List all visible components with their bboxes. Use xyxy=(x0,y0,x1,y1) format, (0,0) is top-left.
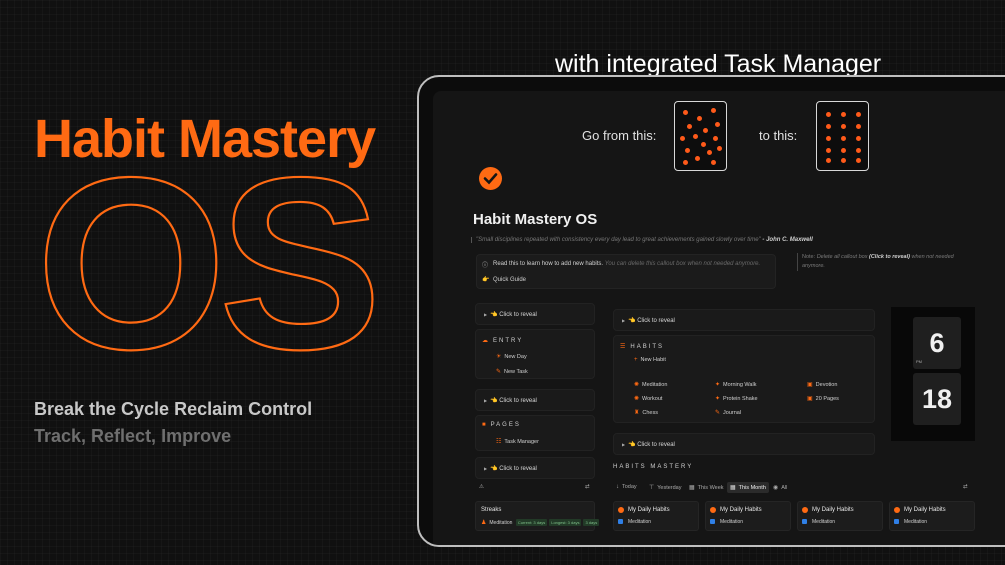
checkbox-checked[interactable] xyxy=(802,519,807,524)
streaks-card[interactable]: Streaks ♟ Meditation Current: 3 days Longe… xyxy=(475,501,600,531)
habit-card-1[interactable]: My Daily Habits Meditation xyxy=(613,501,699,531)
habit-devotion[interactable]: ▣ Devotion xyxy=(807,381,837,388)
hero-subtitle-secondary: Track, Reflect, Improve xyxy=(34,426,232,446)
info-callout: ⓘ Read this to learn how to add new habi… xyxy=(476,254,776,289)
streaks-view-icon[interactable]: ⚠ xyxy=(479,484,484,490)
reveal-toggle-habits[interactable]: ▶ 👈 Click to reveal xyxy=(613,309,875,331)
checkbox-checked[interactable] xyxy=(894,519,899,524)
streak-row: ♟ Meditation Current: 3 days Longest: 3 da… xyxy=(481,519,600,526)
habit-card-4[interactable]: My Daily Habits Meditation xyxy=(889,501,975,531)
info-icon: ⓘ xyxy=(482,263,489,269)
hero-subtitle: Break the Cycle Reclaim Control xyxy=(34,399,313,419)
habits-section: ☰ HABITS + New Habit ✺ Meditation ✦ Morning … xyxy=(613,335,875,423)
filter-this-week[interactable]: ▦ This Week xyxy=(689,484,724,491)
filter-this-month[interactable]: ▦ This Month xyxy=(727,482,769,493)
tablet-frame: Go from this: to this: Habit Mastery OS … xyxy=(417,75,1005,547)
flip-clock: 6 PM 18 xyxy=(891,307,975,441)
habit-journal[interactable]: ✎ Journal xyxy=(715,409,741,416)
checkbox-checked[interactable] xyxy=(710,519,715,524)
page-quote: "Small disciplines repeated with consist… xyxy=(471,237,813,243)
filter-yesterday[interactable]: ⊤ Yesterday xyxy=(649,484,682,491)
compare-to-label: to this: xyxy=(759,128,798,143)
habits-mastery-heading: HABITS MASTERY xyxy=(613,464,694,470)
reveal-toggle-2[interactable]: ▶ 👈 Click to reveal xyxy=(475,389,595,411)
page-title: Habit Mastery OS xyxy=(473,211,598,228)
ordered-dots-icon xyxy=(816,101,869,171)
pages-heading: ■ PAGES xyxy=(482,422,521,428)
clock-minute: 18 xyxy=(913,373,961,425)
habit-card-icon xyxy=(894,507,900,513)
entry-section: ☁ ENTRY ☀ New Day ✎ New Task xyxy=(475,329,595,379)
habit-card-icon xyxy=(618,507,624,513)
quick-guide-link[interactable]: Quick Guide xyxy=(493,277,526,283)
habit-card-2[interactable]: My Daily Habits Meditation xyxy=(705,501,791,531)
callout-text: Read this to learn how to add new habits… xyxy=(493,261,761,267)
checkbox-checked[interactable] xyxy=(618,519,623,524)
reveal-toggle-1[interactable]: ▶ 👈 Click to reveal xyxy=(475,303,595,325)
new-habit-button[interactable]: + New Habit xyxy=(634,357,666,363)
habit-morning-walk[interactable]: ✦ Morning Walk xyxy=(715,381,756,388)
compare-from-label: Go from this: xyxy=(582,128,657,143)
hand-icon: 👉 xyxy=(482,277,490,283)
task-manager-link[interactable]: ☷ Task Manager xyxy=(496,438,539,445)
clock-period: PM xyxy=(916,359,922,364)
hero-os-text: OS xyxy=(36,160,374,360)
filter-all[interactable]: ◉ All xyxy=(773,484,787,491)
filter-today[interactable]: ↓ Today xyxy=(616,484,637,490)
notion-screen: Go from this: to this: Habit Mastery OS … xyxy=(433,91,1005,545)
new-task-button[interactable]: ✎ New Task xyxy=(496,368,528,375)
hero-title: Habit Mastery xyxy=(34,109,376,169)
hero-os-outline-text: OS xyxy=(35,160,383,360)
habits-heading: ☰ HABITS xyxy=(620,344,665,350)
habit-card-icon xyxy=(710,507,716,513)
habit-card-icon xyxy=(802,507,808,513)
page-check-icon xyxy=(479,167,502,190)
habit-20-pages[interactable]: ▣ 20 Pages xyxy=(807,395,839,402)
habit-meditation[interactable]: ✺ Meditation xyxy=(634,381,667,388)
reveal-toggle-3[interactable]: ▶ 👈 Click to reveal xyxy=(475,457,595,479)
reveal-toggle-habits-2[interactable]: ▶ 👈 Click to reveal xyxy=(613,433,875,455)
habit-workout[interactable]: ✺ Workout xyxy=(634,395,662,402)
habit-protein-shake[interactable]: ✦ Protein Shake xyxy=(715,395,758,402)
habit-chess[interactable]: ♜ Chess xyxy=(634,409,658,416)
scattered-dots-icon xyxy=(674,101,727,171)
streaks-sort-icon[interactable]: ⇄ xyxy=(585,484,590,490)
pages-section: ■ PAGES ☷ Task Manager xyxy=(475,415,595,451)
entry-heading: ☁ ENTRY xyxy=(482,338,524,344)
sort-icon[interactable]: ⇄ xyxy=(963,484,968,490)
new-day-button[interactable]: ☀ New Day xyxy=(496,353,527,360)
note-callout: Note: Delete all callout box (Click to r… xyxy=(797,253,957,271)
habit-card-3[interactable]: My Daily Habits Meditation xyxy=(797,501,883,531)
